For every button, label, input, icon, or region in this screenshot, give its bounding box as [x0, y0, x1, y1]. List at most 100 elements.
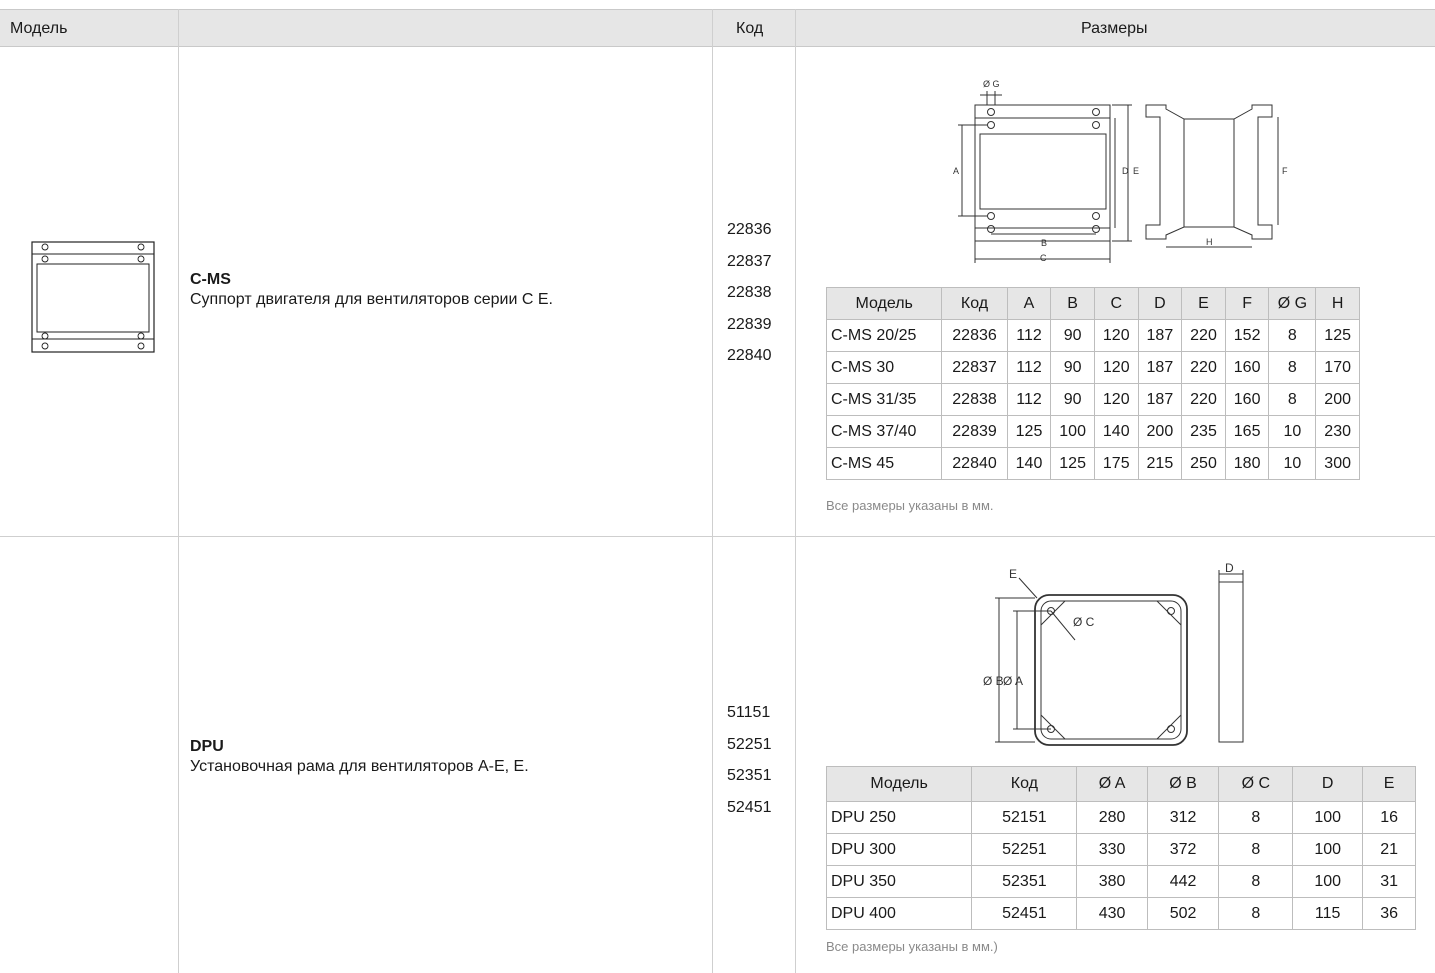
- table-cell: 442: [1146, 865, 1220, 898]
- column-header: C: [1093, 287, 1139, 320]
- table-cell: C-MS 45: [825, 447, 943, 480]
- table-cell: 36: [1362, 897, 1416, 930]
- code-item: 51151: [727, 704, 771, 721]
- column-header: B: [1050, 287, 1095, 320]
- cms-dimension-drawing: Ø G A D E B C F H: [953, 79, 1288, 263]
- table-cell: 90: [1050, 351, 1095, 384]
- table-cell: 120: [1093, 319, 1139, 352]
- column-divider: [178, 9, 179, 973]
- drawing-label-b: Ø B: [983, 674, 1004, 688]
- table-cell: 8: [1218, 865, 1294, 898]
- table-cell: DPU 400: [825, 897, 973, 930]
- table-cell: 220: [1181, 351, 1226, 384]
- table-cell: 125: [1006, 415, 1052, 448]
- table-cell: 112: [1006, 319, 1052, 352]
- dpu-dimension-drawing: E Ø C Ø B Ø A D: [983, 561, 1244, 746]
- table-cell: 8: [1268, 319, 1317, 352]
- table-cell: 312: [1146, 801, 1220, 834]
- code-item: 22837: [727, 252, 772, 270]
- table-cell: 152: [1224, 319, 1270, 352]
- column-divider: [712, 9, 713, 973]
- table-cell: DPU 300: [825, 833, 973, 866]
- table-cell: 280: [1076, 801, 1148, 834]
- drawing-label-a: A: [953, 166, 959, 176]
- table-cell: 215: [1137, 447, 1183, 480]
- product-description-dpu: Установочная рама для вентиляторов A-E, …: [190, 758, 529, 775]
- table-cell: 175: [1093, 447, 1139, 480]
- table-row: DPU 350 52351 380 442 8 100 31: [825, 865, 1416, 898]
- column-header: Ø A: [1076, 766, 1148, 802]
- table-cell: 10: [1268, 415, 1317, 448]
- table-row: C-MS 37/40 22839 125 100 140 200 235 165 10 230: [825, 415, 1360, 448]
- column-header: Модель: [825, 766, 973, 802]
- table-cell: 220: [1181, 383, 1226, 416]
- table-header: Модель Код Размеры: [0, 9, 1435, 47]
- table-cell: 502: [1146, 897, 1220, 930]
- drawing-label-e: E: [1133, 166, 1139, 176]
- dpu-dimension-table: Модель Код Ø A Ø B Ø C D E DPU 250 52151 2…: [825, 766, 1416, 930]
- column-header: Ø B: [1146, 766, 1220, 802]
- table-cell: 160: [1224, 383, 1270, 416]
- drawing-label-g: Ø G: [983, 79, 1000, 89]
- table-cell: 22837: [941, 351, 1008, 384]
- table-cell: 8: [1218, 833, 1294, 866]
- code-item: 52351: [727, 767, 772, 784]
- table-cell: 200: [1137, 415, 1183, 448]
- table-cell: 125: [1050, 447, 1095, 480]
- column-header: D: [1292, 766, 1364, 802]
- table-row: C-MS 30 22837 112 90 120 187 220 160 8 170: [825, 351, 1360, 384]
- column-header: Код: [971, 766, 1078, 802]
- table-cell: 220: [1181, 319, 1226, 352]
- table-row: DPU 400 52451 430 502 8 115 36: [825, 897, 1416, 930]
- table-cell: 112: [1006, 351, 1052, 384]
- code-item: 52251: [727, 735, 772, 753]
- table-cell: 52151: [971, 801, 1078, 834]
- table-cell: 120: [1093, 383, 1139, 416]
- drawing-label-c: C: [1040, 253, 1047, 263]
- table-cell: 100: [1050, 415, 1095, 448]
- table-cell: 52451: [971, 897, 1078, 930]
- table-cell: 200: [1315, 383, 1360, 416]
- table-cell: 100: [1292, 801, 1364, 834]
- header-code: Код: [736, 20, 764, 37]
- table-cell: 90: [1050, 319, 1095, 352]
- table-row: C-MS 20/25 22836 112 90 120 187 220 152 8 125: [825, 319, 1360, 352]
- drawing-label-c: Ø C: [1073, 615, 1095, 629]
- table-cell: 380: [1076, 865, 1148, 898]
- header-dimensions: Размеры: [1081, 20, 1148, 37]
- column-header: E: [1362, 766, 1416, 802]
- table-cell: 21: [1362, 833, 1416, 866]
- cms-dimension-table: Модель Код A B C D E F Ø G H C-MS 20/25 2…: [825, 287, 1360, 480]
- table-cell: 31: [1362, 865, 1416, 898]
- table-row: C-MS 45 22840 140 125 175 215 250 180 10 300: [825, 447, 1360, 480]
- table-cell: 16: [1362, 801, 1416, 834]
- table-row: DPU 300 52251 330 372 8 100 21: [825, 833, 1416, 866]
- table-cell: 300: [1315, 447, 1360, 480]
- table-cell: 8: [1268, 383, 1317, 416]
- code-list-cms: 22836 22837 22838 22839 22840: [727, 214, 772, 372]
- table-cell: 52351: [971, 865, 1078, 898]
- table-cell: C-MS 20/25: [825, 319, 943, 352]
- table-cell: 330: [1076, 833, 1148, 866]
- column-header: Код: [941, 287, 1008, 320]
- table-cell: 8: [1268, 351, 1317, 384]
- table-cell: 22838: [941, 383, 1008, 416]
- column-header: H: [1315, 287, 1360, 320]
- drawing-label-b: B: [1041, 238, 1047, 248]
- table-cell: 52251: [971, 833, 1078, 866]
- table-cell: C-MS 37/40: [825, 415, 943, 448]
- drawing-label-a: Ø A: [1003, 674, 1023, 688]
- drawing-label-e: E: [1009, 567, 1017, 581]
- column-header: Модель: [825, 287, 943, 320]
- table-cell: 112: [1006, 383, 1052, 416]
- table-cell: C-MS 30: [825, 351, 943, 384]
- table-row: C-MS 31/35 22838 112 90 120 187 220 160 8 200: [825, 383, 1360, 416]
- product-title-dpu: DPU: [190, 738, 224, 755]
- table-cell: DPU 250: [825, 801, 973, 834]
- units-note-cms: Все размеры указаны в мм.: [826, 498, 994, 513]
- table-row: DPU 250 52151 280 312 8 100 16: [825, 801, 1416, 834]
- table-cell: 230: [1315, 415, 1360, 448]
- column-header: F: [1224, 287, 1270, 320]
- units-note-dpu: Все размеры указаны в мм.): [826, 939, 998, 954]
- table-cell: 22840: [941, 447, 1008, 480]
